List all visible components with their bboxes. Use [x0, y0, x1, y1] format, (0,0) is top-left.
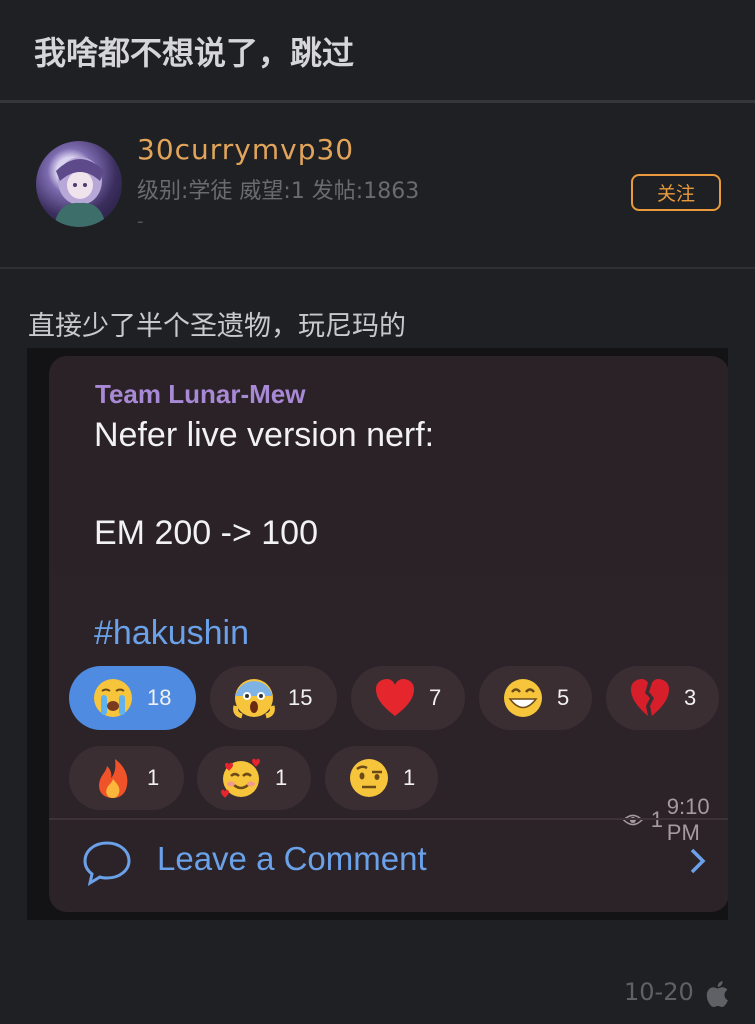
- message-bubble: Team Lunar-Mew Nefer live version nerf: …: [49, 356, 728, 912]
- author-row: 30currymvp30 级别:学徒 威望:1 发帖:1863 - 关注: [0, 103, 755, 269]
- reaction-grinning[interactable]: 5: [479, 666, 592, 730]
- reaction-crying[interactable]: 18: [69, 666, 196, 730]
- top-bar: 我啥都不想说了，跳过: [0, 0, 755, 103]
- message-line: Nefer live version nerf:: [94, 416, 435, 454]
- comment-bubble-icon: [83, 841, 131, 886]
- reaction-raised-eyebrow[interactable]: 1: [325, 746, 438, 810]
- reaction-count: 1: [275, 765, 288, 790]
- reaction-fire[interactable]: 1: [69, 746, 184, 810]
- reaction-count: 1: [403, 765, 416, 790]
- username[interactable]: 30currymvp30: [137, 133, 354, 166]
- reaction-count: 3: [684, 685, 697, 710]
- reaction-count: 7: [429, 685, 442, 710]
- reaction-count: 18: [147, 685, 172, 710]
- smiling-face-with-hearts-emoji-icon: [221, 758, 260, 798]
- reaction-count: 5: [557, 685, 570, 710]
- reaction-heart[interactable]: 7: [351, 666, 465, 730]
- avatar[interactable]: [36, 141, 122, 227]
- crying-face-emoji-icon: [94, 679, 132, 717]
- apple-icon: [706, 981, 728, 1008]
- reaction-screaming[interactable]: 15: [210, 666, 337, 730]
- message-meta: 1 9:10 PM: [623, 794, 728, 846]
- hashtag-link[interactable]: #hakushin: [94, 614, 249, 653]
- raised-eyebrow-face-emoji-icon: [350, 759, 388, 797]
- view-count: 1: [651, 807, 663, 833]
- screaming-face-emoji-icon: [233, 679, 275, 719]
- follow-button[interactable]: 关注: [631, 174, 721, 211]
- fire-emoji-icon: [99, 759, 128, 798]
- reaction-broken-heart[interactable]: 3: [606, 666, 719, 730]
- eye-icon: [623, 814, 643, 826]
- message-time: 9:10 PM: [666, 794, 710, 845]
- message-line: EM 200 -> 100: [94, 514, 318, 552]
- chevron-right-icon: [690, 848, 706, 874]
- broken-heart-emoji-icon: [631, 679, 669, 716]
- reaction-count: 1: [147, 765, 160, 790]
- reaction-smiling-hearts[interactable]: 1: [197, 746, 311, 810]
- channel-name: Team Lunar-Mew: [95, 379, 306, 409]
- user-stats: 级别:学徒 威望:1 发帖:1863: [137, 179, 420, 204]
- post-image[interactable]: Team Lunar-Mew Nefer live version nerf: …: [27, 348, 728, 920]
- divider: [49, 818, 728, 820]
- user-signature: -: [137, 211, 144, 232]
- thread-title: 我啥都不想说了，跳过: [34, 34, 355, 72]
- post-text: 直接少了半个圣遗物，玩尼玛的: [28, 311, 406, 342]
- red-heart-emoji-icon: [376, 679, 414, 716]
- leave-comment-link[interactable]: Leave a Comment: [82, 840, 722, 886]
- reaction-count: 15: [288, 685, 313, 710]
- post-date: 10-20: [624, 978, 694, 1006]
- grinning-face-emoji-icon: [504, 679, 542, 717]
- leave-comment-label: Leave a Comment: [157, 840, 427, 877]
